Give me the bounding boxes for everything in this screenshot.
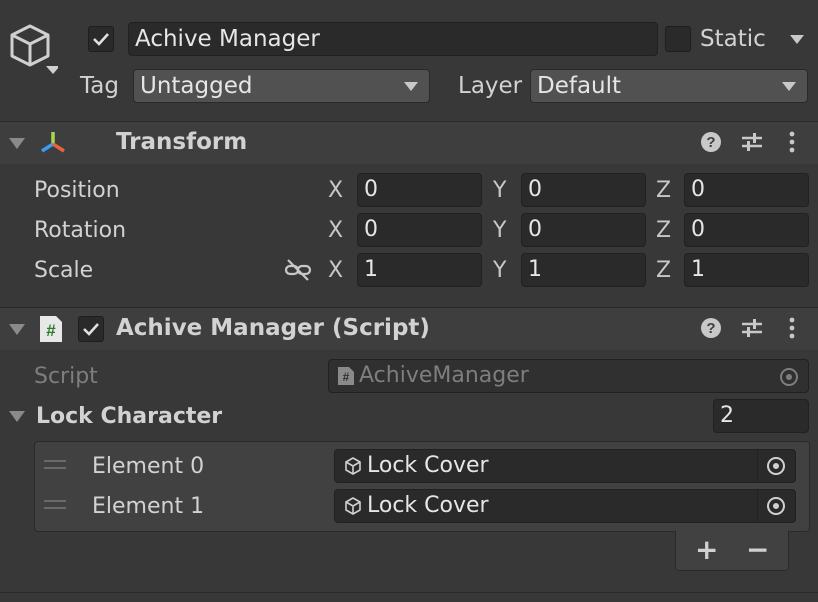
script-enabled-checkbox[interactable] (78, 316, 104, 342)
position-y-field[interactable]: 0 (521, 173, 646, 207)
csharp-script-icon: # (338, 367, 354, 385)
layer-label: Layer (458, 73, 523, 99)
element-0-label: Element 0 (92, 454, 205, 479)
static-checkbox[interactable] (665, 26, 691, 52)
lock-character-size-field[interactable]: 2 (713, 399, 809, 433)
scale-y-label: Y (493, 258, 507, 283)
sliders-icon[interactable] (740, 131, 764, 153)
kebab-menu-icon[interactable] (784, 316, 800, 340)
scale-x-field[interactable]: 1 (357, 253, 482, 287)
script-value: AchiveManager (359, 363, 529, 388)
element-0-value: Lock Cover (367, 453, 489, 478)
scale-x-label: X (328, 258, 344, 283)
svg-text:#: # (46, 321, 56, 340)
cube-icon (345, 497, 361, 515)
position-x-field[interactable]: 0 (357, 173, 482, 207)
rotation-y-field[interactable]: 0 (521, 213, 646, 247)
csharp-script-icon: # (40, 316, 62, 342)
lock-character-label: Lock Character (36, 404, 223, 429)
lock-character-foldout-arrow-icon[interactable] (9, 411, 25, 422)
transform-title: Transform (116, 129, 248, 155)
rotation-x-field[interactable]: 0 (357, 213, 482, 247)
scale-label: Scale (34, 258, 94, 283)
rotation-z-label: Z (656, 218, 672, 243)
element-0-object-field[interactable]: Lock Cover (334, 449, 796, 483)
script-foldout-arrow-icon[interactable] (9, 324, 25, 335)
target-icon (780, 368, 798, 386)
script-reference-field: # AchiveManager (328, 359, 809, 393)
rotation-x-label: X (328, 218, 344, 243)
cube-icon (345, 457, 361, 475)
object-name-input[interactable]: Achive Manager (128, 22, 658, 56)
target-icon[interactable] (765, 495, 787, 517)
element-1-object-field[interactable]: Lock Cover (334, 489, 796, 523)
drag-handle-icon[interactable] (44, 499, 66, 511)
rotation-z-field[interactable]: 0 (684, 213, 809, 247)
layer-dropdown-chevron-icon (782, 82, 796, 91)
layer-dropdown[interactable]: Default (530, 69, 808, 103)
help-icon[interactable]: ? (700, 131, 722, 153)
element-1-picker-divider (757, 490, 758, 522)
script-label: Script (34, 364, 98, 389)
checkmark-icon (93, 33, 109, 46)
rotation-y-label: Y (493, 218, 507, 243)
position-x-label: X (328, 178, 344, 203)
unlinked-chain-icon[interactable] (284, 258, 312, 282)
script-component-title: Achive Manager (Script) (116, 315, 430, 341)
sliders-icon[interactable] (740, 317, 764, 339)
scale-z-field[interactable]: 1 (684, 253, 809, 287)
tag-dropdown-chevron-icon (404, 82, 418, 91)
position-z-field[interactable]: 0 (684, 173, 809, 207)
target-icon[interactable] (765, 455, 787, 477)
tag-dropdown[interactable]: Untagged (133, 69, 430, 103)
scale-z-label: Z (656, 258, 672, 283)
active-checkbox[interactable] (88, 26, 114, 52)
gameobject-cube-icon[interactable] (8, 22, 58, 78)
list-footer (675, 531, 789, 571)
checkmark-icon (83, 323, 99, 336)
drag-handle-icon[interactable] (44, 459, 66, 471)
element-1-value: Lock Cover (367, 493, 489, 518)
transform-axis-icon (41, 132, 65, 153)
element-0-picker-divider (757, 450, 758, 482)
transform-foldout-arrow-icon[interactable] (9, 138, 25, 149)
scale-y-field[interactable]: 1 (521, 253, 646, 287)
static-dropdown-icon[interactable] (790, 35, 804, 44)
svg-text:?: ? (706, 134, 715, 151)
svg-text:?: ? (706, 320, 715, 337)
bottom-divider (0, 592, 818, 593)
kebab-menu-icon[interactable] (784, 130, 800, 154)
position-z-label: Z (656, 178, 672, 203)
add-element-button[interactable]: + (695, 536, 718, 564)
help-icon[interactable]: ? (700, 317, 722, 339)
rotation-label: Rotation (34, 218, 127, 243)
static-label: Static (700, 26, 766, 52)
tag-value: Untagged (140, 72, 253, 99)
remove-element-button[interactable]: − (746, 536, 769, 564)
element-1-label: Element 1 (92, 494, 205, 519)
tag-label: Tag (80, 73, 119, 99)
layer-value: Default (537, 72, 622, 99)
position-y-label: Y (493, 178, 507, 203)
svg-text:#: # (343, 370, 350, 384)
position-label: Position (34, 178, 120, 203)
